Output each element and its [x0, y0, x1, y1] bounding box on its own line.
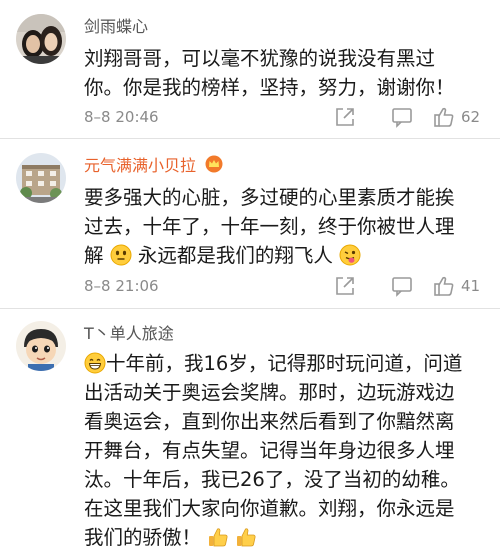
thumbs-up-emoji-icon	[237, 528, 256, 547]
comment-meta: 8–8 21:06 41	[84, 275, 484, 299]
vip-crown-icon	[205, 155, 223, 173]
username[interactable]: T丶单人旅途	[84, 320, 174, 344]
timestamp: 8–8 21:06	[84, 277, 159, 295]
comment-text: 刘翔哥哥，可以毫不犹豫的说我没有黑过 你。你是我的榜样，坚持，努力，谢谢你！	[84, 47, 455, 99]
reply-icon[interactable]	[391, 106, 413, 128]
timestamp: 8–8 20:46	[84, 108, 159, 126]
avatar[interactable]	[16, 321, 66, 371]
comment-3: T丶单人旅途 十年前，我16岁，记得那时玩问道，问道 出活动关于奥运会奖牌。那时…	[0, 309, 500, 551]
thumbs-up-icon[interactable]	[433, 106, 455, 128]
like-count: 62	[461, 108, 481, 126]
share-icon[interactable]	[334, 106, 356, 128]
username[interactable]: 剑雨蝶心	[84, 13, 148, 37]
speechless-emoji-icon	[110, 244, 132, 266]
avatar[interactable]	[16, 14, 66, 64]
grin-emoji-icon	[84, 352, 106, 374]
comment-meta: 8–8 20:46 62	[84, 106, 484, 130]
reply-icon[interactable]	[391, 275, 413, 297]
thumbs-up-icon[interactable]	[433, 275, 455, 297]
share-icon[interactable]	[334, 275, 356, 297]
comment-1: 剑雨蝶心 刘翔哥哥，可以毫不犹豫的说我没有黑过 你。你是我的榜样，坚持，努力，谢…	[0, 0, 500, 139]
comment-2: 元气满满小贝拉 要多强大的心脏，多过硬的心里素质才能挨 过去，十年了，十年一刻，…	[0, 139, 500, 309]
tongue-out-emoji-icon	[339, 244, 361, 266]
thumbs-up-emoji-icon	[209, 528, 228, 547]
avatar[interactable]	[16, 153, 66, 203]
like-count: 41	[461, 277, 481, 295]
username[interactable]: 元气满满小贝拉	[84, 152, 223, 176]
comment-text: 要多强大的心脏，多过硬的心里素质才能挨 过去，十年了，十年一刻，终于你被世人理 …	[84, 186, 455, 267]
comment-text: 十年前，我16岁，记得那时玩问道，问道 出活动关于奥运会奖牌。那时，边玩游戏边 …	[84, 352, 463, 549]
